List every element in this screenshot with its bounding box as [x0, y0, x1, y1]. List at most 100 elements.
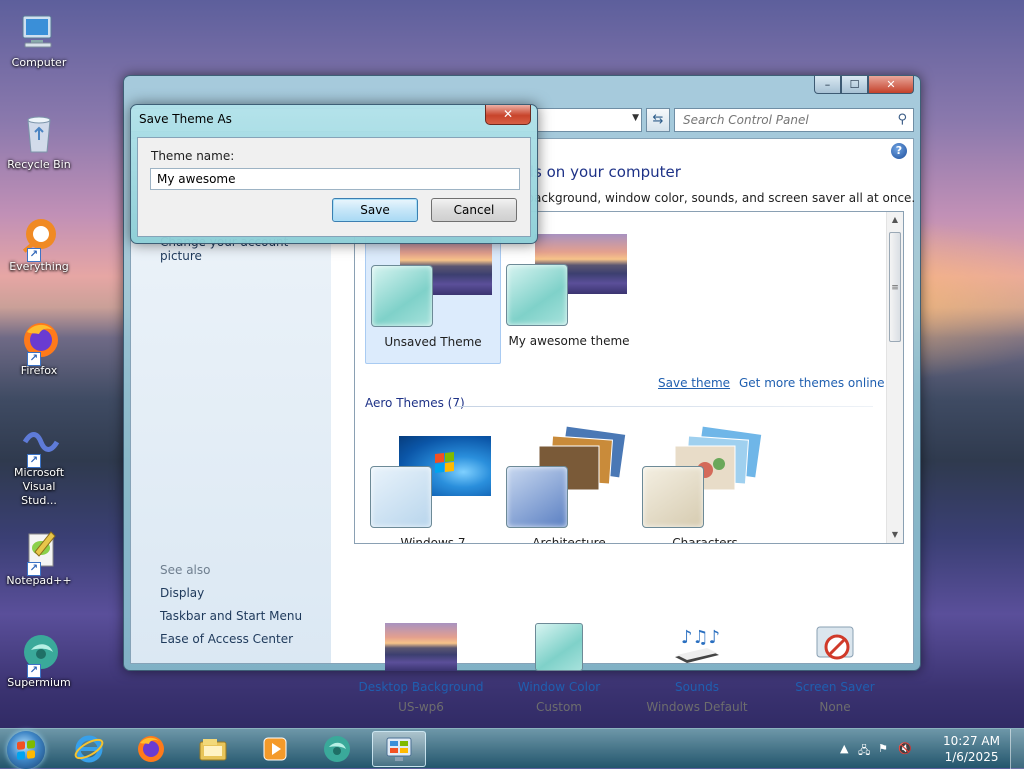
windows-logo-icon	[17, 740, 35, 760]
start-button[interactable]	[7, 731, 45, 769]
desktop-icon-label: Everything	[9, 260, 69, 273]
dialog-body: Theme name: Save Cancel	[137, 137, 531, 237]
notepad-plus-plus-icon: ↗	[17, 528, 61, 576]
setting-title[interactable]: Screen Saver	[765, 677, 905, 697]
action-center-flag-icon[interactable]: ⚑	[878, 742, 888, 755]
sounds-icon: ♪♫♪	[661, 623, 733, 671]
window-color-setting[interactable]: Window Color Custom	[489, 623, 629, 717]
theme-list-scrollbar[interactable]: ▲ ≡ ▼	[886, 212, 903, 543]
setting-value: US-wp6	[398, 700, 444, 714]
page-subheading: p background, window color, sounds, and …	[515, 191, 916, 205]
screen-saver-setting[interactable]: Screen Saver None	[765, 623, 905, 717]
shortcut-arrow-icon: ↗	[27, 352, 41, 366]
file-explorer-icon	[199, 739, 227, 761]
svg-text:♪♫♪: ♪♫♪	[681, 627, 720, 648]
taskbar-control-panel[interactable]	[372, 731, 426, 767]
get-more-themes-link[interactable]: Get more themes online	[739, 376, 885, 390]
refresh-icon: ⇆	[652, 112, 664, 127]
theme-name-input[interactable]	[150, 168, 520, 190]
theme-tile-characters[interactable]: Characters	[637, 422, 773, 543]
save-theme-link[interactable]: Save theme	[658, 376, 730, 390]
help-icon[interactable]: ?	[891, 143, 907, 159]
scrollbar-thumb[interactable]: ≡	[889, 232, 901, 342]
setting-title[interactable]: Sounds	[627, 677, 767, 697]
desktop-icon-recycle-bin[interactable]: Recycle Bin	[4, 112, 74, 172]
setting-title[interactable]: Desktop Background	[351, 677, 491, 697]
supermium-icon	[324, 736, 350, 762]
show-desktop-button[interactable]	[1010, 729, 1024, 769]
desktop-icon-label: Supermium	[7, 676, 71, 689]
minimize-button[interactable]: –	[814, 76, 841, 94]
taskbar: ▲ 🖧 ⚑ 🔇 10:27 AM 1/6/2025	[0, 728, 1024, 769]
taskbar-media-player[interactable]	[248, 731, 302, 767]
setting-value: Windows Default	[646, 700, 748, 714]
desktop-icon-supermium[interactable]: ↗ Supermium	[4, 630, 74, 690]
taskbar-firefox[interactable]	[124, 731, 178, 767]
search-input[interactable]	[681, 110, 881, 130]
search-icon[interactable]: ⚲	[897, 112, 907, 127]
search-box[interactable]: ⚲	[674, 108, 914, 132]
theme-label: My awesome theme	[508, 334, 630, 348]
setting-value: Custom	[536, 700, 582, 714]
see-also-taskbar-link[interactable]: Taskbar and Start Menu	[160, 609, 302, 623]
taskbar-supermium[interactable]	[310, 731, 364, 767]
theme-color-swatch	[642, 466, 704, 528]
see-also-ease-of-access-link[interactable]: Ease of Access Center	[160, 632, 293, 646]
media-player-icon	[263, 737, 287, 761]
theme-color-swatch	[371, 265, 433, 327]
window-color-swatch	[535, 623, 583, 671]
maximize-button[interactable]: ☐	[841, 76, 868, 94]
close-button[interactable]: ✕	[868, 76, 914, 94]
shortcut-arrow-icon: ↗	[27, 562, 41, 576]
system-tray: ▲ 🖧 ⚑ 🔇 10:27 AM 1/6/2025	[834, 729, 1024, 769]
setting-title[interactable]: Window Color	[489, 677, 629, 697]
theme-list: Unsaved Theme My awesome theme Save them…	[354, 211, 904, 544]
computer-icon	[17, 10, 61, 54]
taskbar-internet-explorer[interactable]	[62, 731, 116, 767]
theme-name-label: Theme name:	[151, 149, 235, 163]
see-also-display-link[interactable]: Display	[160, 586, 204, 600]
shortcut-arrow-icon: ↗	[27, 248, 41, 262]
volume-muted-icon[interactable]: 🔇	[898, 742, 912, 755]
theme-label: Architecture	[532, 536, 606, 544]
screen-saver-icon	[799, 623, 871, 671]
control-panel-icon	[386, 737, 412, 761]
clock-date: 1/6/2025	[944, 750, 999, 764]
supermium-icon: ↗	[17, 630, 61, 678]
desktop-icon-label: Notepad++	[6, 574, 72, 587]
save-button[interactable]: Save	[332, 198, 418, 222]
show-hidden-icons-icon[interactable]: ▲	[840, 742, 848, 755]
clock[interactable]: 10:27 AM 1/6/2025	[943, 733, 1000, 765]
desktop-icon-everything[interactable]: ↗ Everything	[4, 214, 74, 274]
shortcut-arrow-icon: ↗	[27, 664, 41, 678]
desktop-background-setting[interactable]: Desktop Background US-wp6	[351, 623, 491, 717]
dialog-title: Save Theme As	[139, 112, 232, 126]
refresh-button[interactable]: ⇆	[646, 108, 670, 132]
chevron-down-icon[interactable]: ▼	[632, 113, 639, 123]
desktop-icon-firefox[interactable]: ↗ Firefox	[4, 318, 74, 378]
theme-tile-architecture[interactable]: Architecture	[501, 422, 637, 544]
aero-themes-heading: Aero Themes (7)	[365, 396, 465, 410]
desktop-icon-label: Computer	[11, 56, 67, 69]
shortcut-arrow-icon: ↗	[27, 454, 41, 468]
dialog-close-button[interactable]: ✕	[485, 105, 531, 125]
desktop-icon-notepad-plus-plus[interactable]: ↗ Notepad++	[4, 528, 74, 588]
theme-label: Windows 7	[400, 536, 466, 544]
network-icon[interactable]: 🖧	[858, 742, 870, 761]
setting-value: None	[819, 700, 851, 714]
page-heading: nds on your computer	[515, 163, 681, 181]
firefox-icon: ↗	[17, 318, 61, 366]
internet-explorer-icon	[74, 735, 104, 763]
desktop-icon-visual-studio[interactable]: ↗ Microsoft Visual Stud...	[4, 420, 74, 508]
desktop-icon-label: Firefox	[20, 364, 58, 377]
theme-tile-windows-7[interactable]: Windows 7	[365, 422, 501, 544]
theme-color-swatch	[506, 466, 568, 528]
scroll-down-icon[interactable]: ▼	[887, 527, 903, 543]
firefox-icon	[138, 736, 164, 762]
sounds-setting[interactable]: ♪♫♪ Sounds Windows Default	[627, 623, 767, 717]
desktop-icon-computer[interactable]: Computer	[4, 10, 74, 70]
scroll-up-icon[interactable]: ▲	[887, 212, 903, 228]
cancel-button[interactable]: Cancel	[431, 198, 517, 222]
taskbar-file-explorer[interactable]	[186, 731, 240, 767]
everything-icon: ↗	[17, 214, 61, 262]
